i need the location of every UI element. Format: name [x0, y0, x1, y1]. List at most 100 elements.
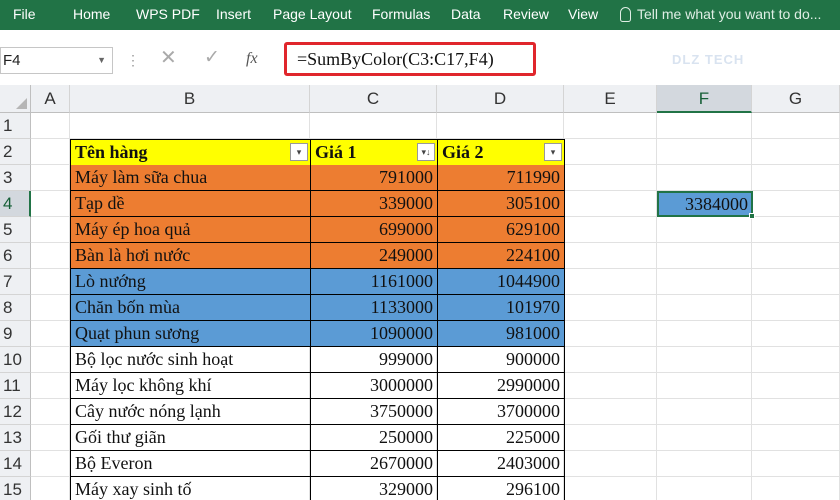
column-header-e[interactable]: E — [564, 85, 657, 113]
grid-cell[interactable] — [564, 139, 657, 165]
ribbon-tab-formulas[interactable]: Formulas — [372, 0, 430, 30]
grid-cell[interactable] — [657, 113, 752, 139]
grid-cell[interactable] — [437, 113, 564, 139]
grid-cell[interactable] — [564, 113, 657, 139]
grid-cell[interactable] — [31, 191, 70, 217]
product-name-cell[interactable]: Máy làm sữa chua — [70, 165, 311, 191]
grid-cell[interactable] — [31, 165, 70, 191]
price-2-cell[interactable]: 296100 — [437, 477, 565, 500]
name-box-dropdown-icon[interactable]: ▼ — [97, 48, 106, 73]
price-1-cell[interactable]: 699000 — [310, 217, 438, 243]
grid-cell[interactable] — [657, 399, 752, 425]
cancel-icon[interactable]: ✕ — [160, 46, 177, 70]
grid-cell[interactable] — [657, 165, 752, 191]
grid-cell[interactable] — [564, 321, 657, 347]
grid-cell[interactable] — [657, 477, 752, 500]
grid-cell[interactable] — [752, 139, 840, 165]
fill-handle[interactable] — [749, 213, 755, 219]
grid-cell[interactable] — [70, 113, 310, 139]
grid-cell[interactable] — [657, 451, 752, 477]
column-header-b[interactable]: B — [70, 85, 310, 113]
grid-cell[interactable] — [657, 347, 752, 373]
price-2-cell[interactable]: 2990000 — [437, 373, 565, 399]
row-header-10[interactable]: 10 — [0, 347, 31, 373]
filter-dropdown-icon[interactable]: ▾ — [290, 143, 308, 161]
row-header-6[interactable]: 6 — [0, 243, 31, 269]
grid-cell[interactable] — [752, 191, 840, 217]
grid-cell[interactable] — [31, 347, 70, 373]
grid-cell[interactable] — [564, 191, 657, 217]
grid-cell[interactable] — [310, 113, 437, 139]
grid-cell[interactable] — [752, 113, 840, 139]
grid-cell[interactable] — [31, 477, 70, 500]
grid-cell[interactable] — [564, 295, 657, 321]
price-1-cell[interactable]: 250000 — [310, 425, 438, 451]
price-2-cell[interactable]: 3700000 — [437, 399, 565, 425]
name-box[interactable]: F4 ▼ — [0, 47, 113, 74]
grid-cell[interactable] — [752, 399, 840, 425]
grid-cell[interactable] — [657, 139, 752, 165]
grid-cell[interactable] — [31, 269, 70, 295]
price-1-cell[interactable]: 999000 — [310, 347, 438, 373]
worksheet-grid[interactable]: A B C D E F G 1 2 3 4 5 6 7 8 9 10 11 12 13 14 15 Tên hàng ▾ Giá… — [0, 85, 840, 500]
row-header-15[interactable]: 15 — [0, 477, 31, 500]
price-1-cell[interactable]: 249000 — [310, 243, 438, 269]
price-2-cell[interactable]: 305100 — [437, 191, 565, 217]
grid-cell[interactable] — [31, 139, 70, 165]
column-header-g[interactable]: G — [752, 85, 840, 113]
price-1-cell[interactable]: 791000 — [310, 165, 438, 191]
row-header-7[interactable]: 7 — [0, 269, 31, 295]
column-header-f[interactable]: F — [657, 85, 752, 113]
header-gia-1[interactable]: Giá 1 ▾↓ — [310, 139, 438, 166]
product-name-cell[interactable]: Cây nước nóng lạnh — [70, 399, 311, 425]
grid-cell[interactable] — [564, 269, 657, 295]
grid-cell[interactable] — [752, 269, 840, 295]
row-header-2[interactable]: 2 — [0, 139, 31, 165]
product-name-cell[interactable]: Bộ lọc nước sinh hoạt — [70, 347, 311, 373]
column-header-a[interactable]: A — [31, 85, 70, 113]
grid-cell[interactable] — [564, 165, 657, 191]
price-1-cell[interactable]: 3000000 — [310, 373, 438, 399]
grid-cell[interactable] — [752, 451, 840, 477]
grid-cell[interactable] — [564, 451, 657, 477]
grid-cell[interactable] — [564, 373, 657, 399]
ribbon-tab-view[interactable]: View — [568, 0, 598, 30]
grid-cell[interactable] — [564, 217, 657, 243]
ribbon-tab-review[interactable]: Review — [503, 0, 549, 30]
grid-cell[interactable] — [752, 477, 840, 500]
header-gia-2[interactable]: Giá 2 ▾ — [437, 139, 565, 166]
row-header-4[interactable]: 4 — [0, 191, 31, 217]
price-2-cell[interactable]: 711990 — [437, 165, 565, 191]
grid-cell[interactable] — [752, 347, 840, 373]
row-header-13[interactable]: 13 — [0, 425, 31, 451]
row-header-9[interactable]: 9 — [0, 321, 31, 347]
grid-cell[interactable] — [657, 295, 752, 321]
price-1-cell[interactable]: 339000 — [310, 191, 438, 217]
price-2-cell[interactable]: 224100 — [437, 243, 565, 269]
grid-cell[interactable] — [31, 321, 70, 347]
product-name-cell[interactable]: Tạp dề — [70, 191, 311, 217]
grid-cell[interactable] — [31, 399, 70, 425]
formula-input[interactable]: =SumByColor(C3:C17,F4) — [284, 42, 536, 76]
ribbon-tab-file[interactable]: File — [13, 0, 36, 30]
product-name-cell[interactable]: Lò nướng — [70, 269, 311, 295]
row-header-1[interactable]: 1 — [0, 113, 31, 139]
row-header-5[interactable]: 5 — [0, 217, 31, 243]
price-1-cell[interactable]: 1133000 — [310, 295, 438, 321]
sort-filter-icon[interactable]: ▾↓ — [417, 143, 435, 161]
price-2-cell[interactable]: 1044900 — [437, 269, 565, 295]
tell-me-search[interactable]: Tell me what you want to do... — [620, 0, 821, 30]
price-1-cell[interactable]: 2670000 — [310, 451, 438, 477]
ribbon-tab-wps-pdf[interactable]: WPS PDF — [136, 0, 200, 30]
ribbon-tab-data[interactable]: Data — [451, 0, 481, 30]
price-2-cell[interactable]: 101970 — [437, 295, 565, 321]
grid-cell[interactable] — [657, 243, 752, 269]
grid-cell[interactable] — [31, 451, 70, 477]
product-name-cell[interactable]: Bàn là hơi nước — [70, 243, 311, 269]
grid-cell[interactable] — [752, 425, 840, 451]
price-2-cell[interactable]: 225000 — [437, 425, 565, 451]
grid-cell[interactable] — [752, 321, 840, 347]
ribbon-tab-page-layout[interactable]: Page Layout — [273, 0, 352, 30]
selected-cell-f4[interactable]: 3384000 — [657, 191, 755, 219]
grid-cell[interactable] — [657, 217, 752, 243]
